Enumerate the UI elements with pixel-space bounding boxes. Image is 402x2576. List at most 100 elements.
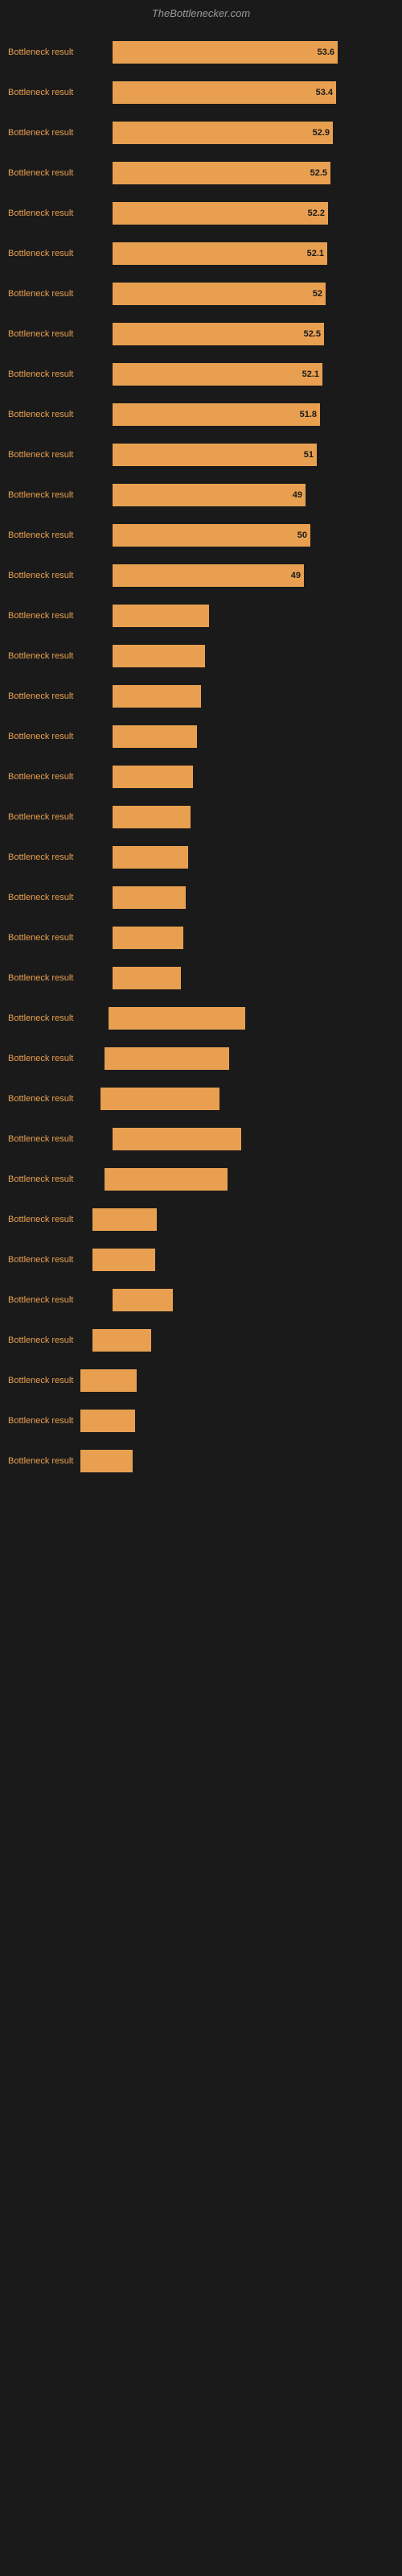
bar-wrapper: 49 <box>113 484 394 506</box>
bar-label: Bottleneck result <box>8 369 113 379</box>
bar-wrapper: 52.2 <box>113 202 394 225</box>
bar-wrapper <box>113 967 394 989</box>
bar-fill <box>80 1450 133 1472</box>
list-item: Bottleneck result <box>8 1204 394 1235</box>
bar-fill: 51.8 <box>113 403 320 426</box>
bar-fill <box>113 1128 241 1150</box>
bar-fill <box>105 1168 228 1191</box>
bar-label: Bottleneck result <box>8 1054 105 1063</box>
bar-wrapper <box>113 846 394 869</box>
list-item: Bottleneck result <box>8 842 394 873</box>
bar-fill <box>113 927 183 949</box>
bar-label: Bottleneck result <box>8 812 113 822</box>
list-item: Bottleneck result <box>8 1164 394 1195</box>
bar-fill <box>92 1249 155 1271</box>
bar-wrapper <box>113 725 394 748</box>
bar-fill <box>113 605 209 627</box>
bar-label: Bottleneck result <box>8 530 113 540</box>
bar-wrapper: 53.6 <box>113 41 394 64</box>
bar-value: 52.5 <box>310 168 327 178</box>
bar-wrapper <box>80 1450 394 1472</box>
bar-wrapper <box>113 1128 394 1150</box>
list-item: Bottleneck result <box>8 1325 394 1356</box>
bar-wrapper: 52 <box>113 283 394 305</box>
bar-fill: 52 <box>113 283 326 305</box>
bar-wrapper <box>113 886 394 909</box>
list-item: Bottleneck result <box>8 1003 394 1034</box>
bar-label: Bottleneck result <box>8 933 113 943</box>
bar-wrapper <box>113 1289 394 1311</box>
bar-fill: 52.9 <box>113 122 333 144</box>
bar-wrapper <box>92 1329 394 1352</box>
site-title: TheBottlenecker.com <box>152 7 250 19</box>
list-item: Bottleneck result 52.1 <box>8 238 394 269</box>
bar-label: Bottleneck result <box>8 168 113 178</box>
bar-label: Bottleneck result <box>8 289 113 299</box>
bar-label: Bottleneck result <box>8 571 113 580</box>
bar-wrapper <box>100 1088 394 1110</box>
list-item: Bottleneck result49 <box>8 480 394 510</box>
bar-fill: 52.5 <box>113 162 330 184</box>
list-item: Bottleneck result <box>8 1406 394 1436</box>
list-item: Bottleneck result <box>8 1043 394 1074</box>
bar-fill <box>113 806 191 828</box>
bar-wrapper <box>80 1369 394 1392</box>
bar-fill <box>113 886 186 909</box>
bar-wrapper <box>113 605 394 627</box>
bar-fill <box>105 1047 229 1070</box>
bar-label: Bottleneck result <box>8 1215 92 1224</box>
bar-label: Bottleneck result <box>8 1255 92 1265</box>
bar-fill <box>100 1088 219 1110</box>
bar-value: 52.1 <box>307 249 324 258</box>
bar-fill <box>113 766 193 788</box>
bar-label: Bottleneck result <box>8 1416 80 1426</box>
bar-value: 52.2 <box>308 208 325 218</box>
bar-value: 53.6 <box>318 47 334 57</box>
bar-wrapper <box>113 927 394 949</box>
bar-fill: 53.6 <box>113 41 338 64</box>
bar-wrapper <box>80 1410 394 1432</box>
bar-wrapper <box>92 1208 394 1231</box>
list-item: Bottleneck result <box>8 1245 394 1275</box>
bar-label: Bottleneck result <box>8 490 113 500</box>
bar-wrapper <box>113 806 394 828</box>
bar-label: Bottleneck result <box>8 128 113 138</box>
bar-wrapper <box>92 1249 394 1271</box>
list-item: Bottleneck result52.5 <box>8 319 394 349</box>
list-item: Bottleneck result <box>8 1365 394 1396</box>
bar-label: Bottleneck result <box>8 47 113 57</box>
bar-label: Bottleneck result <box>8 691 113 701</box>
bar-fill: 52.1 <box>113 363 322 386</box>
bar-value: 49 <box>291 571 301 580</box>
list-item: Bottleneck result 53.4 <box>8 77 394 108</box>
list-item: Bottleneck result <box>8 721 394 752</box>
bar-wrapper: 52.5 <box>113 323 394 345</box>
bar-fill <box>113 685 201 708</box>
bar-fill <box>113 846 188 869</box>
list-item: Bottleneck result <box>8 1124 394 1154</box>
list-item: Bottleneck result51.8 <box>8 399 394 430</box>
bar-label: Bottleneck result <box>8 772 113 782</box>
bar-label: Bottleneck result <box>8 88 113 97</box>
bar-wrapper: 53.4 <box>113 81 394 104</box>
list-item: Bottleneck result 53.6 <box>8 37 394 68</box>
bar-fill <box>109 1007 245 1030</box>
bar-label: Bottleneck result <box>8 732 113 741</box>
bar-value: 50 <box>297 530 307 540</box>
bar-label: Bottleneck result <box>8 450 113 460</box>
bar-fill: 52.5 <box>113 323 324 345</box>
bar-label: Bottleneck result <box>8 329 113 339</box>
list-item: Bottleneck result <box>8 963 394 993</box>
bar-value: 52.1 <box>302 369 319 379</box>
bar-value: 53.4 <box>316 88 333 97</box>
list-item: Bottleneck result <box>8 923 394 953</box>
bar-fill: 50 <box>113 524 310 547</box>
bar-wrapper: 51.8 <box>113 403 394 426</box>
bar-wrapper <box>105 1047 394 1070</box>
bar-label: Bottleneck result <box>8 249 113 258</box>
bar-fill <box>92 1329 151 1352</box>
bar-wrapper: 52.1 <box>113 242 394 265</box>
bar-wrapper <box>113 645 394 667</box>
bar-label: Bottleneck result <box>8 1295 113 1305</box>
bar-fill: 49 <box>113 484 306 506</box>
